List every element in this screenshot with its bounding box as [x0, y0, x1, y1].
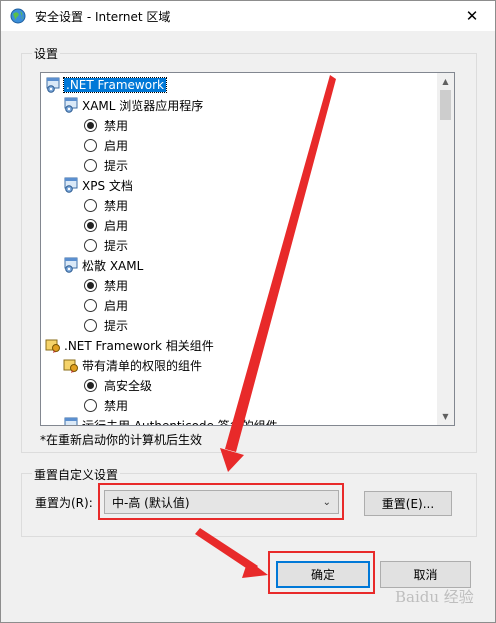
- reset-button-label: 重置(E)...: [381, 497, 435, 511]
- cert-icon: [45, 339, 60, 353]
- tree-item-label: 禁用: [104, 118, 129, 133]
- tree-item-label: .NET Framework 相关组件: [64, 338, 214, 353]
- radio-option[interactable]: 禁用: [84, 275, 128, 295]
- gear-window-icon: [64, 417, 78, 425]
- scroll-down-icon[interactable]: ▼: [437, 408, 454, 425]
- reset-group-label: 重置自定义设置: [32, 466, 121, 483]
- gear-window-icon: [46, 77, 60, 93]
- cancel-button[interactable]: 取消: [380, 561, 471, 588]
- reset-button[interactable]: 重置(E)...: [364, 491, 452, 516]
- subcategory-item[interactable]: 松散 XAML: [63, 255, 143, 275]
- baidu-watermark: Baidu 经验: [395, 588, 474, 606]
- cert-icon: [63, 359, 78, 373]
- tree-item-label: XAML 浏览器应用程序: [82, 98, 204, 113]
- settings-tree[interactable]: .NET Framework XAML 浏览器应用程序 禁用 启用 提示 XPS 文档 禁用…: [40, 72, 455, 426]
- tree-item-label: 禁用: [104, 198, 129, 213]
- tree-item-label: 禁用: [104, 278, 129, 293]
- subcategory-item[interactable]: 带有清单的权限的组件: [63, 355, 202, 375]
- ok-button[interactable]: 确定: [276, 561, 370, 588]
- radio-option[interactable]: 高安全级: [84, 375, 152, 395]
- radio-unchecked[interactable]: [84, 138, 97, 152]
- gear-window-icon: [64, 177, 78, 193]
- tree-item-label: 启用: [104, 138, 129, 153]
- tree-item-label: 启用: [104, 218, 129, 233]
- close-button[interactable]: ✕: [449, 1, 495, 31]
- cancel-button-label: 取消: [413, 568, 438, 582]
- radio-option[interactable]: 启用: [84, 215, 128, 235]
- radio-option[interactable]: 禁用: [84, 195, 128, 215]
- radio-option[interactable]: 启用: [84, 295, 128, 315]
- radio-unchecked[interactable]: [84, 198, 97, 212]
- tree-item-label: 带有清单的权限的组件: [82, 358, 203, 373]
- tree-item-label: 提示: [104, 318, 129, 333]
- scroll-up-icon[interactable]: ▲: [437, 73, 454, 90]
- window-title: 安全设置 - Internet 区域: [35, 10, 171, 24]
- security-level-value: 中-高 (默认值): [112, 495, 190, 510]
- radio-checked[interactable]: [84, 378, 97, 392]
- tree-item-label: 提示: [104, 158, 129, 173]
- ok-button-label: 确定: [310, 568, 335, 582]
- internet-globe-icon: [10, 8, 26, 24]
- radio-option[interactable]: 提示: [84, 315, 128, 335]
- radio-unchecked[interactable]: [84, 158, 97, 172]
- gear-window-icon: [64, 257, 78, 273]
- restart-note: *在重新启动你的计算机后生效: [40, 433, 203, 447]
- radio-option[interactable]: 提示: [84, 155, 128, 175]
- tree-scrollbar[interactable]: ▲ ▼: [437, 73, 454, 425]
- radio-checked[interactable]: [84, 218, 97, 232]
- radio-option[interactable]: 禁用: [84, 395, 128, 415]
- close-icon: ✕: [465, 7, 479, 25]
- tree-item-label: .NET Framework: [63, 77, 167, 93]
- radio-checked[interactable]: [84, 118, 97, 132]
- security-level-dropdown[interactable]: 中-高 (默认值) ⌄: [104, 490, 339, 514]
- subcategory-item[interactable]: 运行未用 Authenticode 签名的组件: [63, 415, 278, 426]
- category-item[interactable]: .NET Framework: [45, 75, 167, 95]
- radio-option[interactable]: 提示: [84, 235, 128, 255]
- security-settings-dialog: 安全设置 - Internet 区域 ✕ 设置 .NET Framework XA…: [0, 0, 496, 623]
- tree-item-label: 松散 XAML: [82, 258, 144, 273]
- tree-item-label: 启用: [104, 298, 129, 313]
- scroll-thumb[interactable]: [440, 90, 451, 120]
- title-bar: 安全设置 - Internet 区域 ✕: [1, 1, 495, 31]
- category-item[interactable]: .NET Framework 相关组件: [45, 335, 214, 355]
- radio-unchecked[interactable]: [84, 398, 97, 412]
- radio-checked[interactable]: [84, 278, 97, 292]
- radio-unchecked[interactable]: [84, 298, 97, 312]
- radio-unchecked[interactable]: [84, 318, 97, 332]
- settings-label: 设置: [32, 45, 61, 62]
- tree-item-label: 高安全级: [104, 378, 153, 393]
- tree-item-label: 禁用: [104, 398, 129, 413]
- tree-item-label: XPS 文档: [82, 178, 133, 193]
- reset-to-label: 重置为(R):: [35, 496, 93, 510]
- subcategory-item[interactable]: XPS 文档: [63, 175, 133, 195]
- tree-item-label: 运行未用 Authenticode 签名的组件: [82, 418, 278, 426]
- tree-item-label: 提示: [104, 238, 129, 253]
- radio-option[interactable]: 禁用: [84, 115, 128, 135]
- chevron-down-icon: ⌄: [322, 497, 331, 508]
- radio-unchecked[interactable]: [84, 238, 97, 252]
- radio-option[interactable]: 启用: [84, 135, 128, 155]
- gear-window-icon: [64, 97, 78, 113]
- subcategory-item[interactable]: XAML 浏览器应用程序: [63, 95, 203, 115]
